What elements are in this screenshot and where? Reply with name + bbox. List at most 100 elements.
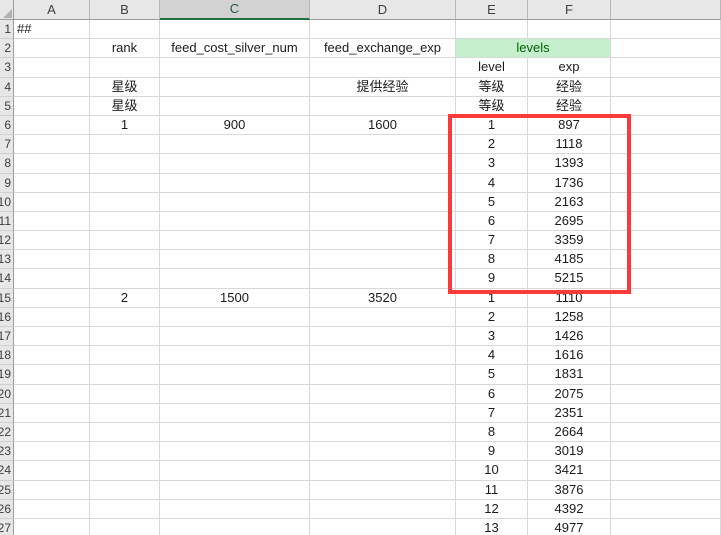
cell-F5[interactable]: 经验: [528, 97, 611, 116]
cell-G22[interactable]: [611, 423, 721, 442]
row-header-26[interactable]: 26: [0, 500, 14, 519]
cell-E5[interactable]: 等级: [456, 97, 528, 116]
cell-G24[interactable]: [611, 461, 721, 480]
cell-F14[interactable]: 5215: [528, 269, 611, 288]
cell-G4[interactable]: [611, 78, 721, 97]
cell-E1[interactable]: [456, 20, 528, 39]
row-header-25[interactable]: 25: [0, 481, 14, 500]
cell-F1[interactable]: [528, 20, 611, 39]
cell-G7[interactable]: [611, 135, 721, 154]
cell-G17[interactable]: [611, 327, 721, 346]
cell-C13[interactable]: [160, 250, 310, 269]
cell-B5[interactable]: 星级: [90, 97, 160, 116]
cell-A27[interactable]: [14, 519, 90, 535]
cell-B22[interactable]: [90, 423, 160, 442]
cell-E3[interactable]: level: [456, 58, 528, 77]
cell-merged-E2-F2[interactable]: levels: [456, 39, 611, 58]
column-header-right-fill[interactable]: [611, 0, 721, 20]
cell-F22[interactable]: 2664: [528, 423, 611, 442]
cell-B24[interactable]: [90, 461, 160, 480]
cell-E17[interactable]: 3: [456, 327, 528, 346]
cell-E16[interactable]: 2: [456, 308, 528, 327]
cell-B16[interactable]: [90, 308, 160, 327]
cell-C14[interactable]: [160, 269, 310, 288]
row-header-13[interactable]: 13: [0, 250, 14, 269]
cell-G15[interactable]: [611, 289, 721, 308]
cell-A5[interactable]: [14, 97, 90, 116]
cell-D13[interactable]: [310, 250, 456, 269]
cell-E14[interactable]: 9: [456, 269, 528, 288]
column-header-E[interactable]: E: [456, 0, 528, 20]
cell-G13[interactable]: [611, 250, 721, 269]
cell-F6[interactable]: 897: [528, 116, 611, 135]
cell-F17[interactable]: 1426: [528, 327, 611, 346]
cell-F7[interactable]: 1118: [528, 135, 611, 154]
cell-F11[interactable]: 2695: [528, 212, 611, 231]
cell-E20[interactable]: 6: [456, 385, 528, 404]
cell-C15[interactable]: 1500: [160, 289, 310, 308]
cell-A11[interactable]: [14, 212, 90, 231]
cell-D8[interactable]: [310, 154, 456, 173]
cell-B17[interactable]: [90, 327, 160, 346]
row-header-20[interactable]: 20: [0, 385, 14, 404]
cell-F13[interactable]: 4185: [528, 250, 611, 269]
cell-D17[interactable]: [310, 327, 456, 346]
cell-F24[interactable]: 3421: [528, 461, 611, 480]
cell-A14[interactable]: [14, 269, 90, 288]
cell-G14[interactable]: [611, 269, 721, 288]
row-header-2[interactable]: 2: [0, 39, 14, 58]
cell-B25[interactable]: [90, 481, 160, 500]
cell-G1[interactable]: [611, 20, 721, 39]
cell-C12[interactable]: [160, 231, 310, 250]
cell-D27[interactable]: [310, 519, 456, 535]
cell-A6[interactable]: [14, 116, 90, 135]
cell-E27[interactable]: 13: [456, 519, 528, 535]
row-header-19[interactable]: 19: [0, 365, 14, 384]
cell-G18[interactable]: [611, 346, 721, 365]
row-header-11[interactable]: 11: [0, 212, 14, 231]
cell-F4[interactable]: 经验: [528, 78, 611, 97]
cell-B12[interactable]: [90, 231, 160, 250]
column-header-A[interactable]: A: [14, 0, 90, 20]
row-header-6[interactable]: 6: [0, 116, 14, 135]
cell-C25[interactable]: [160, 481, 310, 500]
cell-F16[interactable]: 1258: [528, 308, 611, 327]
row-header-24[interactable]: 24: [0, 461, 14, 480]
cell-D12[interactable]: [310, 231, 456, 250]
cell-G26[interactable]: [611, 500, 721, 519]
cell-E22[interactable]: 8: [456, 423, 528, 442]
cell-B8[interactable]: [90, 154, 160, 173]
cell-D9[interactable]: [310, 174, 456, 193]
cell-A12[interactable]: [14, 231, 90, 250]
select-all-corner[interactable]: [0, 0, 14, 20]
cell-D15[interactable]: 3520: [310, 289, 456, 308]
cell-A24[interactable]: [14, 461, 90, 480]
cell-B11[interactable]: [90, 212, 160, 231]
cell-A19[interactable]: [14, 365, 90, 384]
row-header-14[interactable]: 14: [0, 269, 14, 288]
cell-E19[interactable]: 5: [456, 365, 528, 384]
cell-B7[interactable]: [90, 135, 160, 154]
cell-C27[interactable]: [160, 519, 310, 535]
cell-A25[interactable]: [14, 481, 90, 500]
cell-E12[interactable]: 7: [456, 231, 528, 250]
cell-F19[interactable]: 1831: [528, 365, 611, 384]
cell-A23[interactable]: [14, 442, 90, 461]
cell-D4[interactable]: 提供经验: [310, 78, 456, 97]
cell-B9[interactable]: [90, 174, 160, 193]
cell-A16[interactable]: [14, 308, 90, 327]
row-header-23[interactable]: 23: [0, 442, 14, 461]
cell-E15[interactable]: 1: [456, 289, 528, 308]
cell-B21[interactable]: [90, 404, 160, 423]
cell-D1[interactable]: [310, 20, 456, 39]
cell-D20[interactable]: [310, 385, 456, 404]
cell-E6[interactable]: 1: [456, 116, 528, 135]
cell-A7[interactable]: [14, 135, 90, 154]
cell-D10[interactable]: [310, 193, 456, 212]
cell-F23[interactable]: 3019: [528, 442, 611, 461]
cell-E7[interactable]: 2: [456, 135, 528, 154]
cell-A21[interactable]: [14, 404, 90, 423]
cell-A1[interactable]: ##: [14, 20, 90, 39]
cell-C6[interactable]: 900: [160, 116, 310, 135]
row-header-22[interactable]: 22: [0, 423, 14, 442]
